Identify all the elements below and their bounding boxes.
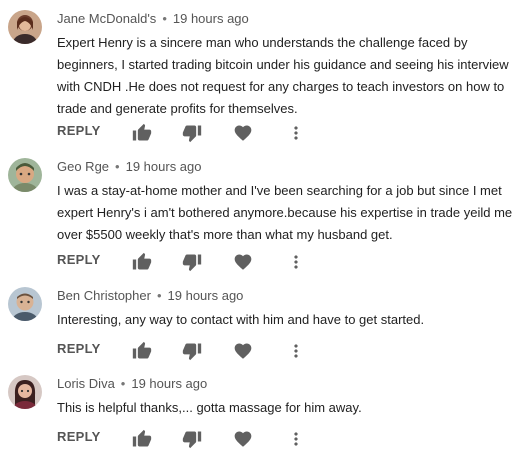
author-name[interactable]: Ben Christopher bbox=[57, 288, 151, 303]
separator-dot: • bbox=[120, 376, 126, 391]
timestamp[interactable]: 19 hours ago bbox=[131, 376, 207, 391]
thumbs-up-icon[interactable] bbox=[132, 429, 152, 449]
more-vert-icon[interactable] bbox=[286, 123, 306, 143]
reply-button[interactable]: REPLY bbox=[57, 252, 101, 267]
timestamp[interactable]: 19 hours ago bbox=[168, 288, 244, 303]
timestamp[interactable]: 19 hours ago bbox=[173, 11, 249, 26]
heart-icon[interactable] bbox=[233, 252, 253, 272]
avatar[interactable] bbox=[8, 158, 42, 192]
separator-dot: • bbox=[156, 288, 162, 303]
heart-icon[interactable] bbox=[233, 123, 253, 143]
reply-button[interactable]: REPLY bbox=[57, 341, 101, 356]
avatar[interactable] bbox=[8, 10, 42, 44]
timestamp[interactable]: 19 hours ago bbox=[126, 159, 202, 174]
thumbs-down-icon[interactable] bbox=[182, 252, 202, 272]
more-vert-icon[interactable] bbox=[286, 252, 306, 272]
more-vert-icon[interactable] bbox=[286, 341, 306, 361]
avatar[interactable] bbox=[8, 375, 42, 409]
more-vert-icon[interactable] bbox=[286, 429, 306, 449]
comment-header: Geo Rge • 19 hours ago bbox=[57, 159, 202, 174]
comment-text: This is helpful thanks,... gotta massage… bbox=[57, 400, 362, 415]
thumbs-up-icon[interactable] bbox=[132, 123, 152, 143]
separator-dot: • bbox=[115, 159, 120, 174]
thumbs-down-icon[interactable] bbox=[182, 123, 202, 143]
comment-text: Expert Henry is a sincere man who unders… bbox=[57, 35, 509, 116]
thumbs-up-icon[interactable] bbox=[132, 252, 152, 272]
author-name[interactable]: Loris Diva bbox=[57, 376, 115, 391]
reply-button[interactable]: REPLY bbox=[57, 429, 101, 444]
comment-header: Jane McDonald's • 19 hours ago bbox=[57, 11, 249, 26]
thumbs-down-icon[interactable] bbox=[182, 341, 202, 361]
thumbs-up-icon[interactable] bbox=[132, 341, 152, 361]
comment-text: I was a stay-at-home mother and I've bee… bbox=[57, 183, 513, 242]
heart-icon[interactable] bbox=[233, 429, 253, 449]
author-name[interactable]: Jane McDonald's bbox=[57, 11, 156, 26]
avatar[interactable] bbox=[8, 287, 42, 321]
heart-icon[interactable] bbox=[233, 341, 253, 361]
comment-header: Ben Christopher • 19 hours ago bbox=[57, 288, 243, 303]
separator-dot: • bbox=[162, 11, 167, 26]
thumbs-down-icon[interactable] bbox=[182, 429, 202, 449]
author-name[interactable]: Geo Rge bbox=[57, 159, 109, 174]
reply-button[interactable]: REPLY bbox=[57, 123, 101, 138]
comment-header: Loris Diva • 19 hours ago bbox=[57, 376, 207, 391]
comment-text: Interesting, any way to contact with him… bbox=[57, 312, 425, 327]
